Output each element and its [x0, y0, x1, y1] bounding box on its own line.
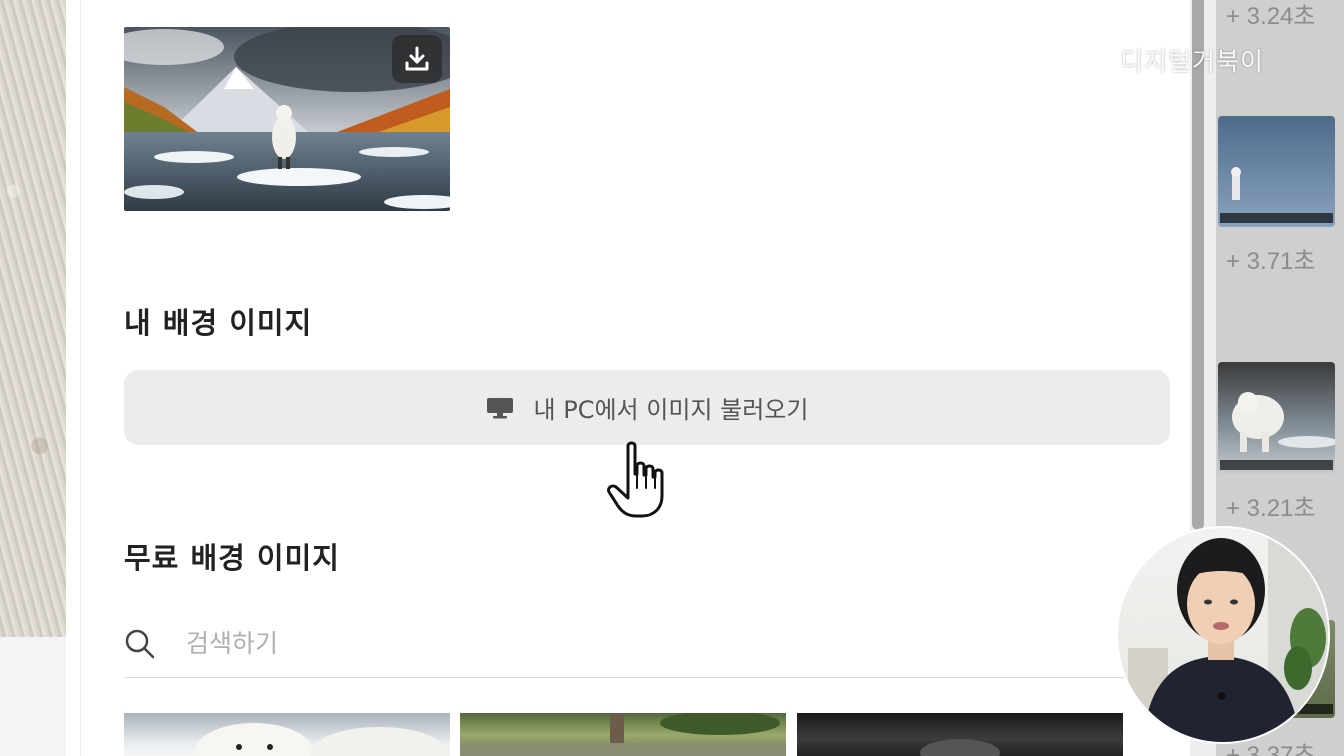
- upload-button-label: 내 PC에서 이미지 불러오기: [533, 396, 809, 424]
- clip-duration: + 3.21초: [1226, 495, 1316, 522]
- search-icon: [125, 629, 155, 658]
- download-icon: [405, 46, 429, 71]
- scrollbar-thumb[interactable]: [1192, 0, 1204, 530]
- background-fur-image: [0, 0, 66, 637]
- timeline-clip[interactable]: [1218, 362, 1335, 474]
- dark-texture-image: [920, 739, 1000, 756]
- clip-thumbnail: [1231, 167, 1241, 200]
- monitor-icon: [486, 397, 513, 418]
- clip-thumbnail: [1232, 392, 1335, 452]
- clip-duration: + 3.24초: [1226, 3, 1316, 30]
- presenter-webcam: [1118, 528, 1328, 742]
- selected-background-thumbnail[interactable]: [124, 27, 450, 211]
- polar-bear-image: [194, 723, 449, 756]
- clip-caption-bar: [1220, 213, 1333, 223]
- free-background-thumbnail[interactable]: [460, 713, 786, 756]
- channel-watermark: 디지털거북이: [1120, 47, 1265, 76]
- timeline-clip[interactable]: [1218, 116, 1335, 227]
- free-background-thumbnail[interactable]: [797, 713, 1123, 756]
- search-input[interactable]: [186, 629, 986, 658]
- upload-from-pc-button[interactable]: 내 PC에서 이미지 불러오기: [124, 370, 1170, 445]
- search-bar: [124, 610, 1124, 678]
- free-background-title: 무료 배경 이미지: [124, 541, 340, 575]
- download-button[interactable]: [392, 35, 442, 83]
- free-background-thumbnail[interactable]: [124, 713, 450, 756]
- clip-duration: + 3.71초: [1226, 248, 1316, 275]
- background-blank-area: [0, 637, 66, 756]
- presenter-image: [1128, 528, 1328, 742]
- forest-image: [460, 713, 786, 756]
- clip-caption-bar: [1220, 460, 1333, 470]
- my-background-title: 내 배경 이미지: [124, 306, 313, 340]
